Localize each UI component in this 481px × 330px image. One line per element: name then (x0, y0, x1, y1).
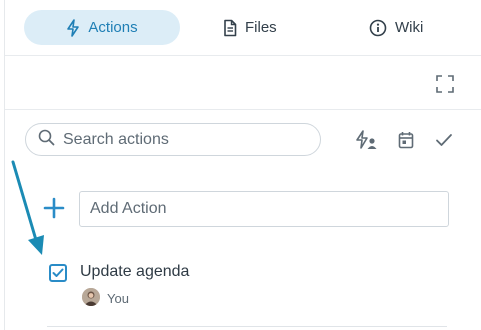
calendar-icon[interactable] (395, 129, 417, 151)
expand-icon[interactable] (436, 75, 454, 93)
tab-label: Wiki (395, 19, 424, 36)
lightning-icon (66, 18, 80, 37)
tab-files[interactable]: Files (223, 10, 283, 45)
add-action-input[interactable] (79, 191, 449, 227)
action-checkbox[interactable] (49, 264, 67, 282)
avatar (82, 288, 100, 306)
divider (5, 109, 481, 110)
tab-wiki[interactable]: Wiki (369, 10, 429, 45)
tab-label: Actions (88, 19, 138, 36)
tab-label: Files (245, 19, 277, 36)
actions-panel: Actions Files Wiki Search actions Add Ac… (4, 0, 481, 330)
plus-icon[interactable] (43, 197, 65, 219)
document-icon (223, 19, 237, 37)
action-owner: You (107, 291, 129, 306)
tab-actions[interactable]: Actions (24, 10, 180, 45)
search-box[interactable] (25, 123, 321, 156)
search-input[interactable] (63, 130, 303, 149)
list-divider (47, 326, 447, 327)
action-title[interactable]: Update agenda (80, 263, 189, 281)
search-icon (38, 129, 55, 151)
assign-user-icon[interactable] (355, 129, 377, 151)
checkmark-icon[interactable] (433, 129, 455, 151)
info-circle-icon (369, 19, 387, 37)
tab-bar: Actions Files Wiki (5, 0, 481, 56)
